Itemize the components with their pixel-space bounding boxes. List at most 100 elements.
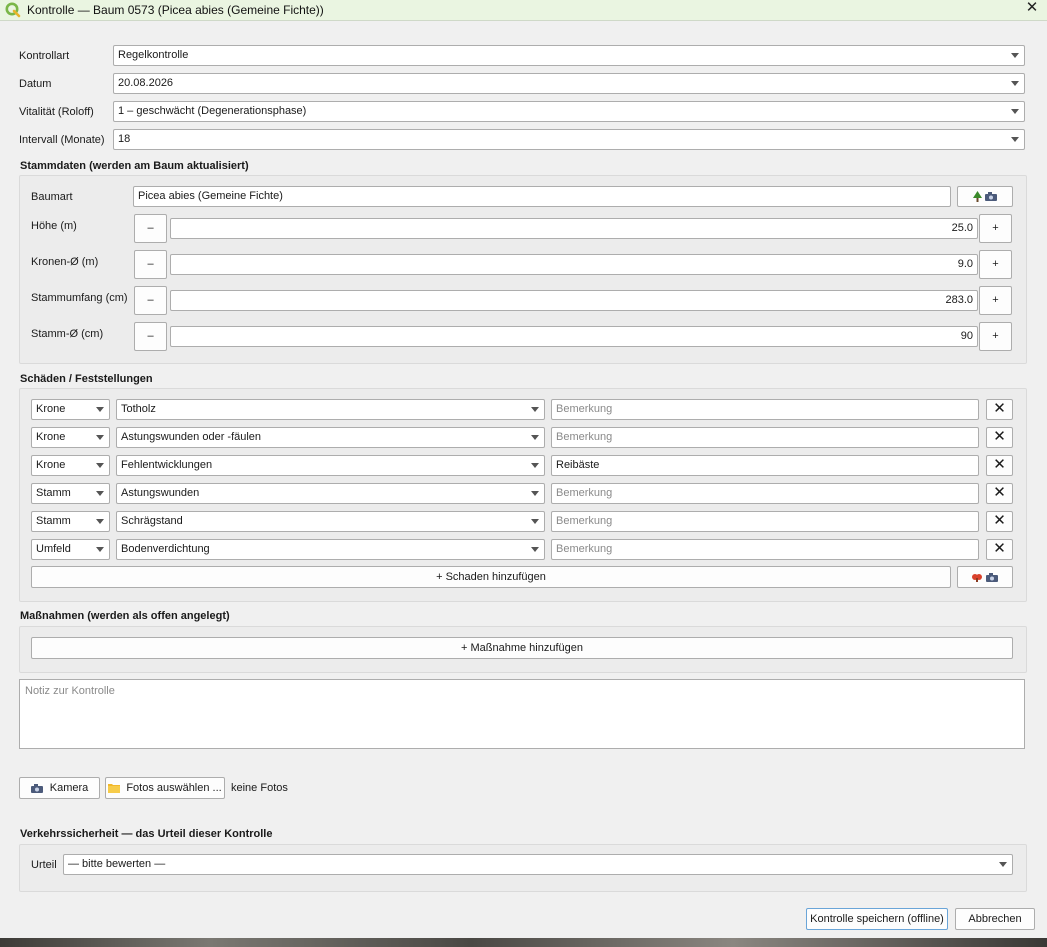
camera-icon	[30, 783, 43, 793]
stammdurchmesser-minus-button[interactable]: –	[134, 322, 167, 351]
schaden-note-input[interactable]: Reibäste	[551, 455, 979, 476]
close-icon: ✕	[993, 456, 1006, 473]
kronen-input[interactable]: 9.0	[170, 254, 978, 275]
baumart-picker-button[interactable]	[957, 186, 1013, 207]
schaden-type-value: Astungswunden	[121, 487, 200, 499]
schaden-type-value: Fehlentwicklungen	[121, 459, 213, 471]
urteil-label: Urteil	[31, 859, 57, 871]
schaden-type-value: Schrägstand	[121, 515, 183, 527]
remove-schaden-button[interactable]: ✕	[986, 483, 1013, 504]
schaden-zone-select[interactable]: Krone	[31, 399, 110, 420]
chevron-down-icon	[96, 435, 104, 440]
fotos-auswaehlen-button[interactable]: Fotos auswählen ...	[105, 777, 225, 799]
cancel-button[interactable]: Abbrechen	[955, 908, 1035, 930]
qgis-icon	[5, 2, 21, 18]
stammumfang-plus-button[interactable]: +	[979, 286, 1012, 315]
chevron-down-icon	[96, 463, 104, 468]
chevron-down-icon	[96, 407, 104, 412]
intervall-label: Intervall (Monate)	[19, 134, 105, 146]
massnahmen-title: Maßnahmen (werden als offen angelegt)	[20, 610, 230, 622]
chevron-down-icon	[96, 519, 104, 524]
chevron-down-icon	[531, 435, 539, 440]
schaden-note-placeholder: Bemerkung	[556, 515, 613, 527]
schaden-zone-select[interactable]: Krone	[31, 427, 110, 448]
fotos-auswaehlen-label: Fotos auswählen ...	[126, 782, 222, 794]
chevron-down-icon	[96, 491, 104, 496]
stammdurchmesser-plus-button[interactable]: +	[979, 322, 1012, 351]
schaden-zone-select[interactable]: Umfeld	[31, 539, 110, 560]
chevron-down-icon	[531, 407, 539, 412]
stammumfang-minus-button[interactable]: –	[134, 286, 167, 315]
kronen-plus-button[interactable]: +	[979, 250, 1012, 279]
vitalitaet-select[interactable]: 1 – geschwächt (Degenerationsphase)	[113, 101, 1025, 122]
hoehe-input[interactable]: 25.0	[170, 218, 978, 239]
hoehe-plus-button[interactable]: +	[979, 214, 1012, 243]
stammdurchmesser-value: 90	[960, 330, 973, 342]
title-bar: Kontrolle — Baum 0573 (Picea abies (Geme…	[0, 0, 1047, 21]
schaden-type-select[interactable]: Astungswunden oder -fäulen	[116, 427, 545, 448]
schaden-note-input[interactable]: Bemerkung	[551, 483, 979, 504]
stammumfang-label: Stammumfang (cm)	[31, 292, 128, 304]
schaden-zone-select[interactable]: Stamm	[31, 511, 110, 532]
schaden-type-value: Totholz	[121, 403, 156, 415]
kronen-minus-button[interactable]: –	[134, 250, 167, 279]
add-schaden-button[interactable]: + Schaden hinzufügen	[31, 566, 951, 588]
stammdurchmesser-input[interactable]: 90	[170, 326, 978, 347]
remove-schaden-button[interactable]: ✕	[986, 427, 1013, 448]
hoehe-minus-button[interactable]: –	[134, 214, 167, 243]
baumart-input[interactable]: Picea abies (Gemeine Fichte)	[133, 186, 951, 207]
urteil-select[interactable]: — bitte bewerten —	[63, 854, 1013, 875]
schaden-note-input[interactable]: Bemerkung	[551, 399, 979, 420]
schaden-type-select[interactable]: Fehlentwicklungen	[116, 455, 545, 476]
add-massnahme-button[interactable]: + Maßnahme hinzufügen	[31, 637, 1013, 659]
baumart-value: Picea abies (Gemeine Fichte)	[138, 190, 283, 202]
window-title: Kontrolle — Baum 0573 (Picea abies (Geme…	[27, 3, 324, 17]
stammdurchmesser-label: Stamm-Ø (cm)	[31, 328, 104, 340]
schaden-note-placeholder: Bemerkung	[556, 431, 613, 443]
schaeden-title: Schäden / Feststellungen	[20, 373, 153, 385]
datum-field[interactable]: 20.08.2026	[113, 73, 1025, 94]
notiz-textarea[interactable]: Notiz zur Kontrolle	[19, 679, 1025, 749]
intervall-select[interactable]: 18	[113, 129, 1025, 150]
schaden-type-select[interactable]: Totholz	[116, 399, 545, 420]
schaden-zone-select[interactable]: Krone	[31, 455, 110, 476]
remove-schaden-button[interactable]: ✕	[986, 511, 1013, 532]
schaden-type-select[interactable]: Schrägstand	[116, 511, 545, 532]
schaden-type-select[interactable]: Astungswunden	[116, 483, 545, 504]
close-icon: ✕	[993, 400, 1006, 417]
save-button[interactable]: Kontrolle speichern (offline)	[806, 908, 948, 930]
urteil-value: — bitte bewerten —	[68, 858, 166, 870]
stammumfang-value: 283.0	[945, 294, 973, 306]
chevron-down-icon	[531, 519, 539, 524]
kamera-button[interactable]: Kamera	[19, 777, 100, 799]
baumart-label: Baumart	[31, 191, 73, 203]
stammdaten-title: Stammdaten (werden am Baum aktualisiert)	[20, 160, 249, 172]
damage-icon	[972, 573, 983, 582]
close-icon: ✕	[993, 428, 1006, 445]
schaden-zone-select[interactable]: Stamm	[31, 483, 110, 504]
chevron-down-icon	[1011, 137, 1019, 142]
remove-schaden-button[interactable]: ✕	[986, 399, 1013, 420]
close-icon[interactable]: ✕	[1022, 0, 1042, 18]
kamera-label: Kamera	[49, 782, 89, 794]
schaden-note-input[interactable]: Bemerkung	[551, 539, 979, 560]
remove-schaden-button[interactable]: ✕	[986, 455, 1013, 476]
kontrollart-select[interactable]: Regelkontrolle	[113, 45, 1025, 66]
close-icon: ✕	[993, 484, 1006, 501]
schaden-note-input[interactable]: Bemerkung	[551, 511, 979, 532]
schaden-type-select[interactable]: Bodenverdichtung	[116, 539, 545, 560]
schaden-note-input[interactable]: Bemerkung	[551, 427, 979, 448]
chevron-down-icon	[96, 547, 104, 552]
hoehe-value: 25.0	[951, 222, 973, 234]
schaden-note-placeholder: Bemerkung	[556, 487, 613, 499]
chevron-down-icon	[1011, 81, 1019, 86]
camera-icon	[985, 572, 998, 582]
remove-schaden-button[interactable]: ✕	[986, 539, 1013, 560]
schaden-zone-value: Krone	[36, 459, 66, 471]
kronen-value: 9.0	[957, 258, 973, 270]
notiz-placeholder: Notiz zur Kontrolle	[25, 685, 115, 697]
schaden-zone-value: Krone	[36, 431, 66, 443]
schaden-photo-button[interactable]	[957, 566, 1013, 588]
stammumfang-input[interactable]: 283.0	[170, 290, 978, 311]
chevron-down-icon	[999, 862, 1007, 867]
